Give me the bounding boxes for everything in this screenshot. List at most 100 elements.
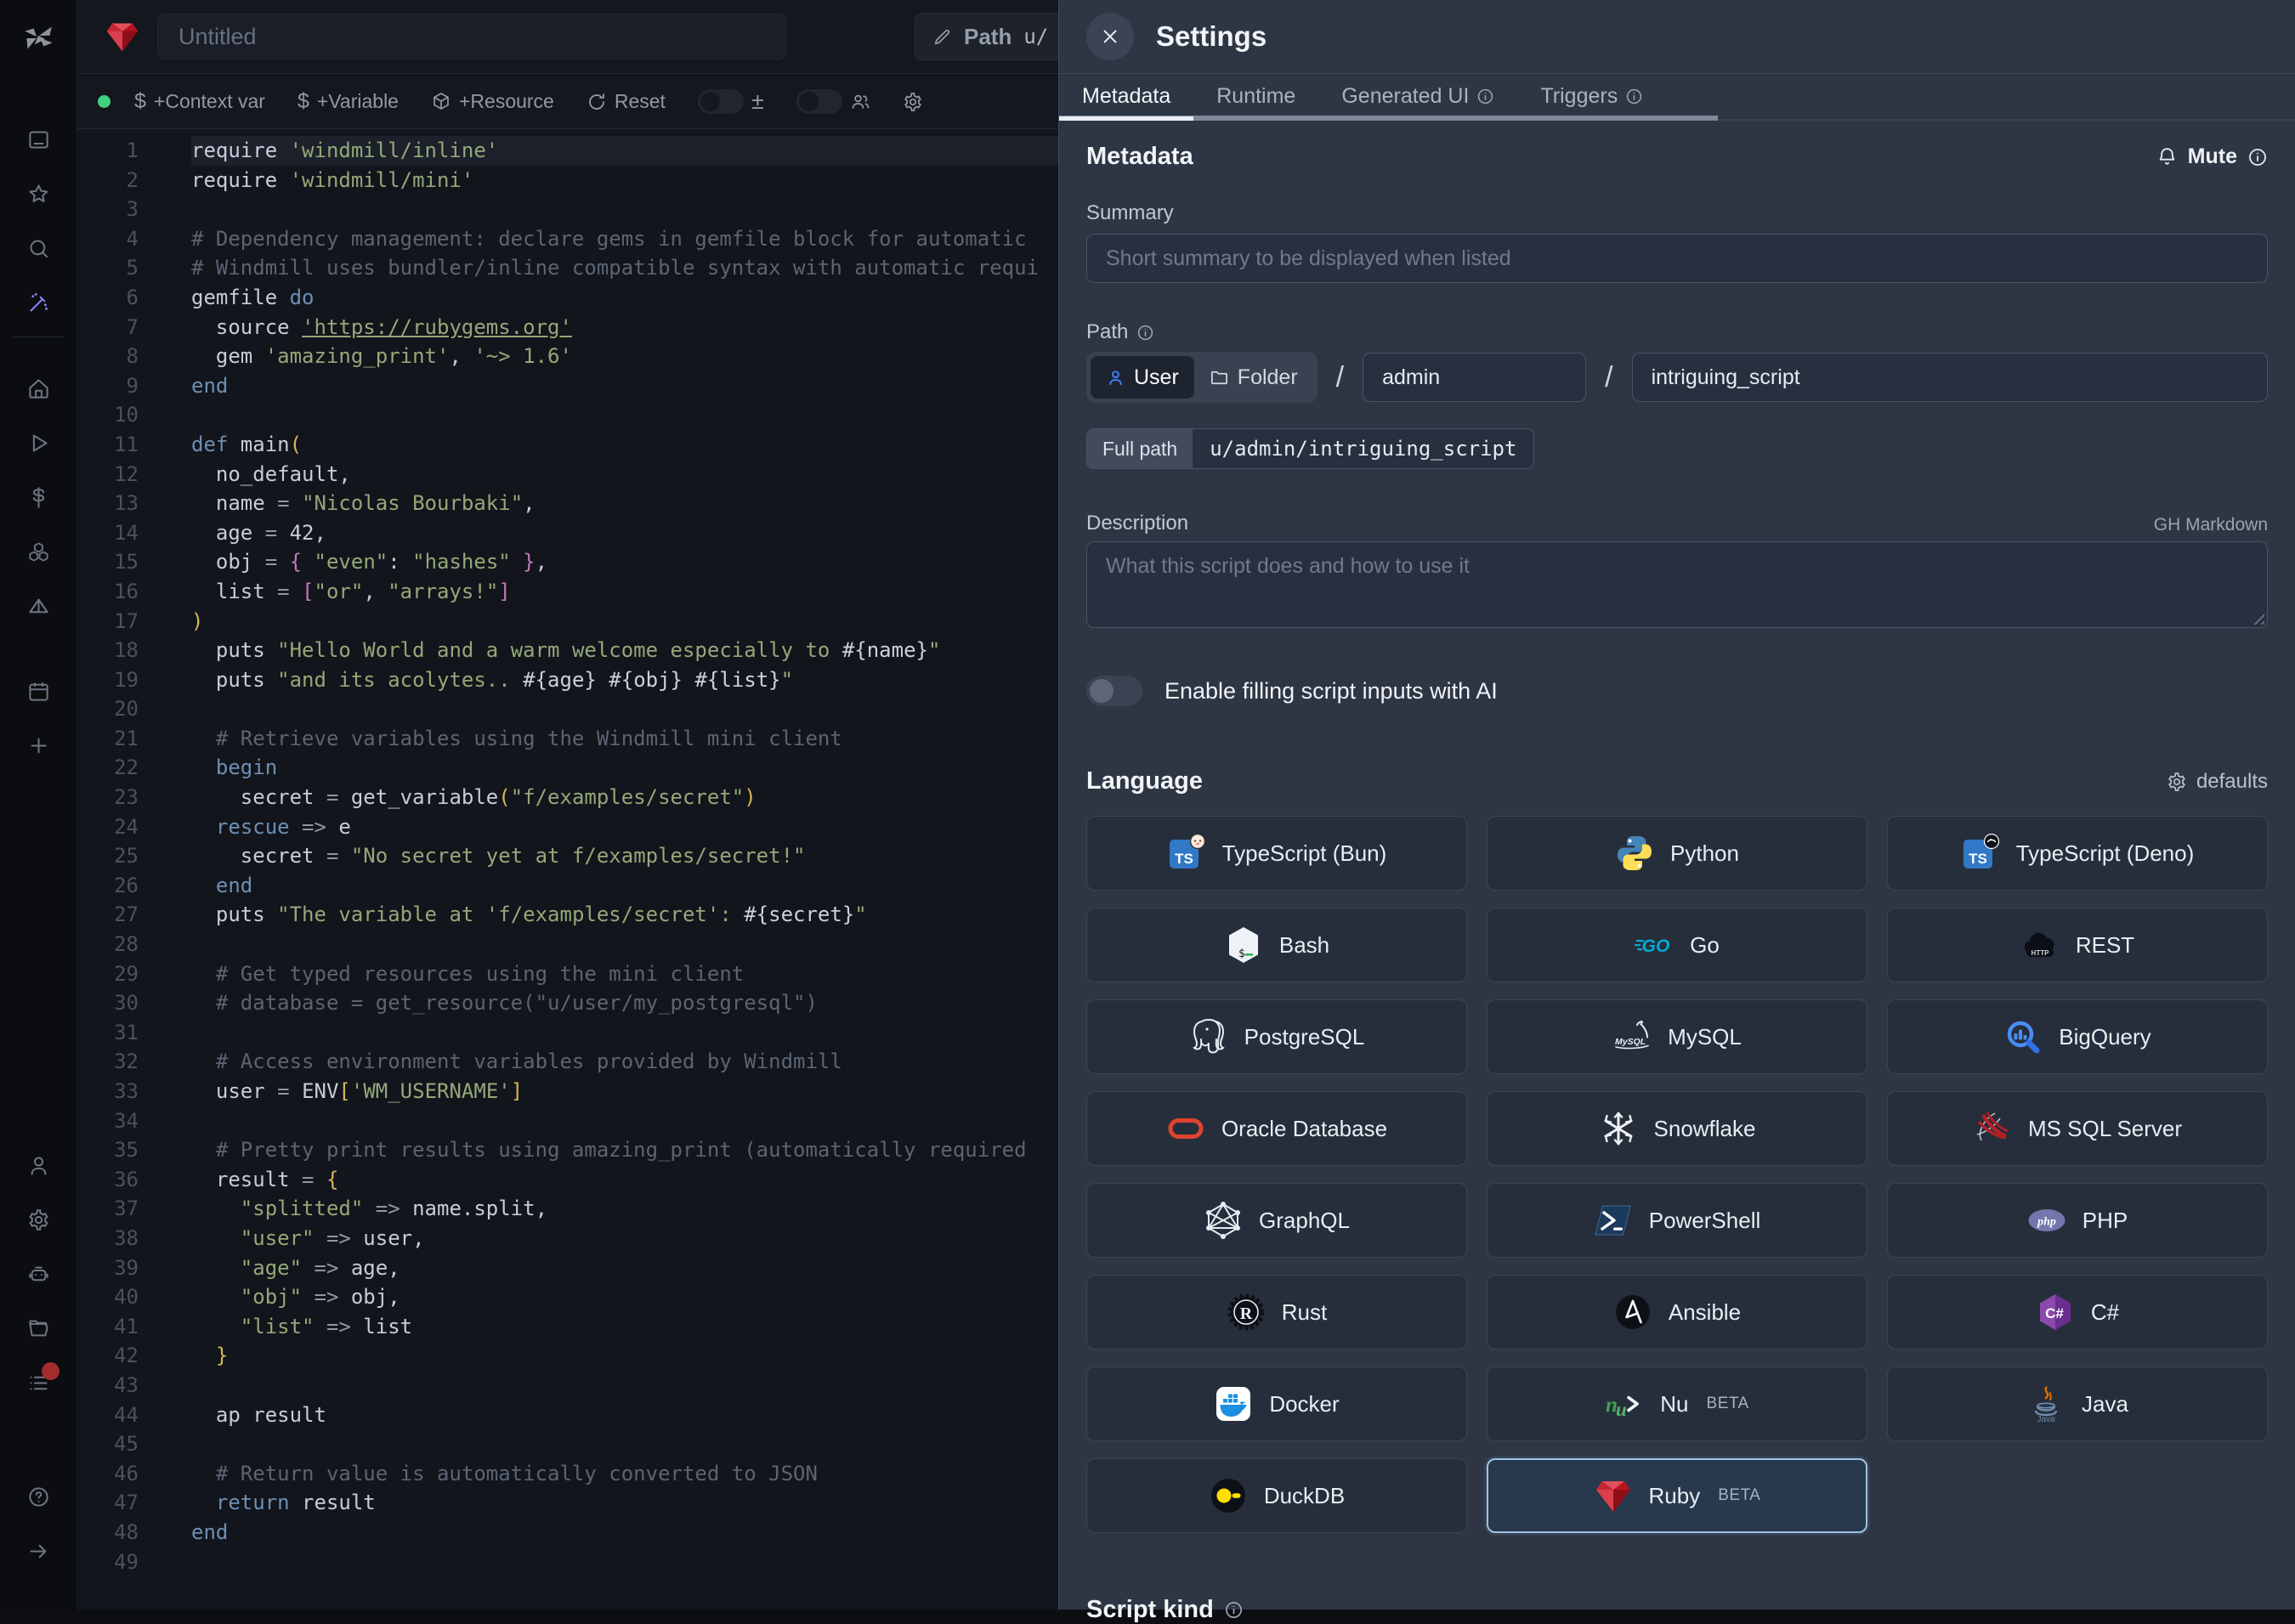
description-label: Description bbox=[1086, 512, 1188, 535]
home-icon[interactable] bbox=[0, 361, 76, 416]
language-card-oracle[interactable]: Oracle Database bbox=[1086, 1091, 1467, 1166]
language-card-label: C# bbox=[2091, 1299, 2119, 1326]
add-context-var-button[interactable]: $+Context var bbox=[134, 89, 265, 114]
code-line: 40 "obj" => obj, bbox=[77, 1282, 1058, 1312]
full-path-value: u/admin/intriguing_script bbox=[1193, 429, 1533, 468]
add-icon[interactable] bbox=[0, 718, 76, 772]
description-textarea[interactable]: What this script does and how to use it bbox=[1086, 541, 2268, 628]
multiplayer-toggle[interactable] bbox=[796, 89, 870, 114]
tab-metadata[interactable]: Metadata bbox=[1059, 74, 1193, 119]
csharp-icon: C# bbox=[2036, 1293, 2075, 1332]
language-card-java[interactable]: JavaJava bbox=[1887, 1367, 2268, 1441]
graphql-icon bbox=[1204, 1201, 1243, 1240]
folder-icon bbox=[1210, 368, 1229, 388]
language-card-ts-deno[interactable]: TSTypeScript (Deno) bbox=[1887, 816, 2268, 891]
user-icon[interactable] bbox=[0, 1138, 76, 1192]
language-card-label: Ruby bbox=[1649, 1483, 1701, 1509]
tab-runtime[interactable]: Runtime bbox=[1193, 74, 1318, 119]
code-line: 45 bbox=[77, 1429, 1058, 1459]
audit-logs-icon[interactable] bbox=[0, 1355, 76, 1410]
language-card-csharp[interactable]: C# C# bbox=[1887, 1275, 2268, 1350]
expand-sidebar-icon[interactable] bbox=[0, 1524, 76, 1578]
language-card-rust[interactable]: RRust bbox=[1086, 1275, 1467, 1350]
language-card-graphql[interactable]: GraphQL bbox=[1086, 1183, 1467, 1258]
editor-pane: Untitled Path u/ $+Context var $+Variabl… bbox=[77, 0, 1058, 1610]
owner-kind-user[interactable]: User bbox=[1091, 356, 1194, 399]
favorites-star-icon[interactable] bbox=[0, 167, 76, 221]
language-card-ansible[interactable]: Ansible bbox=[1487, 1275, 1867, 1350]
code-line: 31 bbox=[77, 1018, 1058, 1048]
code-line: 36 result = { bbox=[77, 1165, 1058, 1195]
ts-bun-icon: TS bbox=[1167, 834, 1206, 873]
ai-inputs-toggle[interactable] bbox=[1086, 676, 1142, 706]
language-card-bigquery[interactable]: BigQuery bbox=[1887, 999, 2268, 1074]
code-line: 42 } bbox=[77, 1341, 1058, 1371]
language-card-postgresql[interactable]: PostgreSQL bbox=[1086, 999, 1467, 1074]
svg-text:$: $ bbox=[1238, 948, 1245, 960]
language-card-label: Bash bbox=[1279, 932, 1329, 959]
status-dot bbox=[98, 95, 110, 108]
resources-icon[interactable] bbox=[0, 524, 76, 579]
language-card-bash[interactable]: $ Bash bbox=[1086, 908, 1467, 982]
editor-settings-button[interactable] bbox=[903, 92, 923, 112]
folders-icon[interactable] bbox=[0, 1301, 76, 1355]
path-owner-input[interactable]: admin bbox=[1363, 353, 1586, 402]
ai-wand-icon[interactable] bbox=[0, 275, 76, 330]
tab-generated-ui[interactable]: Generated UI bbox=[1318, 74, 1517, 119]
tab-triggers[interactable]: Triggers bbox=[1517, 74, 1666, 119]
path-name-input[interactable]: intriguing_script bbox=[1632, 353, 2268, 402]
language-card-powershell[interactable]: PowerShell bbox=[1487, 1183, 1867, 1258]
workers-robot-icon[interactable] bbox=[0, 1247, 76, 1301]
defaults-button[interactable]: defaults bbox=[2167, 770, 2268, 794]
language-card-label: TypeScript (Deno) bbox=[2016, 840, 2195, 867]
calendar-icon[interactable] bbox=[0, 664, 76, 718]
diff-toggle[interactable]: ± bbox=[698, 88, 764, 115]
add-resource-button[interactable]: +Resource bbox=[431, 90, 554, 113]
variables-icon[interactable] bbox=[0, 470, 76, 524]
reset-button[interactable]: Reset bbox=[586, 90, 666, 113]
settings-tabs: Metadata Runtime Generated UI Triggers bbox=[1059, 74, 2295, 121]
language-card-mysql[interactable]: MySQLMySQL bbox=[1487, 999, 1867, 1074]
script-title-input[interactable]: Untitled bbox=[157, 14, 786, 59]
language-card-duckdb[interactable]: DuckDB bbox=[1086, 1458, 1467, 1533]
full-path-badge: Full path u/admin/intriguing_script bbox=[1086, 428, 1534, 469]
bigquery-icon bbox=[2003, 1017, 2043, 1056]
search-icon[interactable] bbox=[0, 221, 76, 275]
language-card-ts-bun[interactable]: TSTypeScript (Bun) bbox=[1086, 816, 1467, 891]
owner-kind-folder[interactable]: Folder bbox=[1194, 356, 1313, 399]
language-card-label: Oracle Database bbox=[1221, 1116, 1387, 1142]
language-card-ruby[interactable]: RubyBETA bbox=[1487, 1458, 1867, 1533]
settings-gear-icon[interactable] bbox=[0, 1192, 76, 1247]
language-card-go[interactable]: GOGo bbox=[1487, 908, 1867, 982]
language-card-docker[interactable]: Docker bbox=[1086, 1367, 1467, 1441]
titlebar: Untitled Path u/ bbox=[77, 0, 1058, 74]
code-line: 49 bbox=[77, 1548, 1058, 1577]
code-line: 3 bbox=[77, 195, 1058, 224]
settings-panel: Settings Metadata Runtime Generated UI T… bbox=[1058, 0, 2295, 1610]
bash-icon: $ bbox=[1224, 925, 1263, 965]
code-line: 14 age = 42, bbox=[77, 518, 1058, 548]
code-editor[interactable]: 1require 'windmill/inline'2require 'wind… bbox=[77, 129, 1058, 1610]
code-line: 33 user = ENV['WM_USERNAME'] bbox=[77, 1077, 1058, 1106]
apps-icon[interactable] bbox=[0, 112, 76, 167]
language-card-mssql[interactable]: MS SQL Server bbox=[1887, 1091, 2268, 1166]
language-card-nu[interactable]: nuNuBETA bbox=[1487, 1367, 1867, 1441]
language-card-label: PHP bbox=[2082, 1208, 2128, 1234]
mute-button[interactable]: Mute bbox=[2156, 144, 2268, 169]
code-line: 34 bbox=[77, 1106, 1058, 1136]
schedules-icon[interactable] bbox=[0, 579, 76, 633]
language-card-php[interactable]: phpPHP bbox=[1887, 1183, 2268, 1258]
language-card-rest[interactable]: HTTPREST bbox=[1887, 908, 2268, 982]
code-line: 19 puts "and its acolytes.. #{age} #{obj… bbox=[77, 665, 1058, 695]
language-card-label: Rust bbox=[1282, 1299, 1327, 1326]
mssql-icon bbox=[1973, 1109, 2012, 1148]
summary-input[interactable]: Short summary to be displayed when liste… bbox=[1086, 234, 2268, 283]
close-button[interactable] bbox=[1086, 13, 1134, 60]
windmill-logo-icon[interactable] bbox=[0, 0, 76, 75]
language-card-snowflake[interactable]: Snowflake bbox=[1487, 1091, 1867, 1166]
runs-icon[interactable] bbox=[0, 416, 76, 470]
resize-handle-icon[interactable] bbox=[2250, 610, 2264, 625]
add-variable-button[interactable]: $+Variable bbox=[298, 89, 399, 114]
help-icon[interactable] bbox=[0, 1469, 76, 1524]
language-card-python[interactable]: Python bbox=[1487, 816, 1867, 891]
